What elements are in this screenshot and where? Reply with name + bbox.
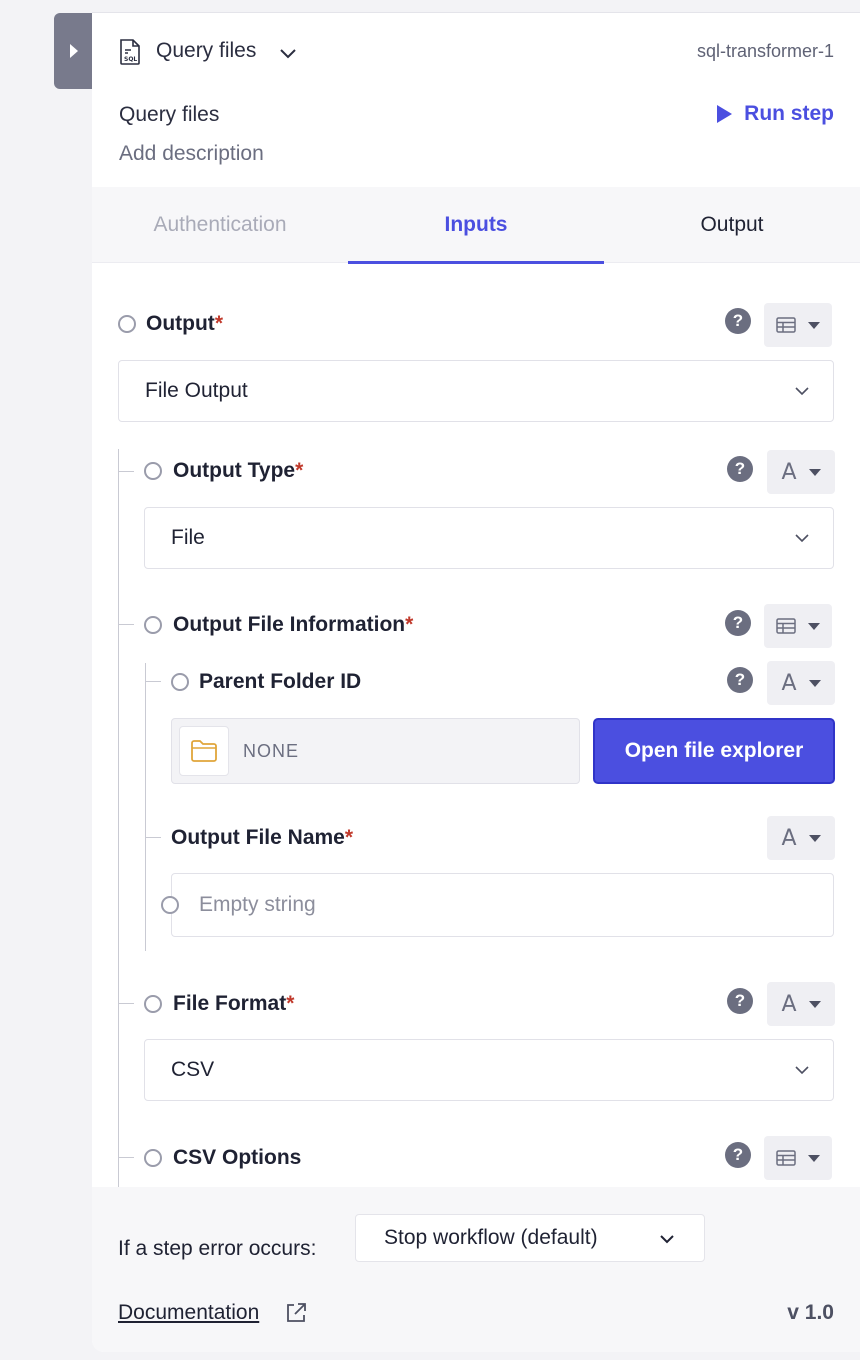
file-format-select[interactable]: CSV <box>144 1039 834 1101</box>
add-description[interactable]: Add description <box>119 142 264 166</box>
type-toggle-text[interactable]: A <box>767 661 835 705</box>
file-format-radio[interactable] <box>144 995 162 1013</box>
table-icon <box>776 1150 796 1166</box>
file-format-select-value: CSV <box>171 1058 215 1081</box>
tree-line <box>118 624 134 625</box>
type-toggle-table[interactable] <box>764 604 832 648</box>
type-toggle-text[interactable]: A <box>767 816 835 860</box>
type-toggle-table[interactable] <box>764 303 832 347</box>
step-title[interactable]: Query files <box>119 103 219 127</box>
step-id: sql-transformer-1 <box>696 41 834 61</box>
type-toggle-table[interactable] <box>764 1136 832 1180</box>
type-toggle-text[interactable]: A <box>767 982 835 1026</box>
output-type-label: Output Type* <box>173 459 304 482</box>
output-select[interactable]: File Output <box>118 360 834 422</box>
version-label: v 1.0 <box>787 1301 834 1324</box>
tree-line <box>118 471 134 472</box>
chevron-right-icon <box>70 44 78 58</box>
svg-text:SQL: SQL <box>124 56 137 63</box>
parent-folder-value: NONE <box>243 740 300 761</box>
run-step-label: Run step <box>744 102 834 125</box>
caret-down-icon <box>808 321 820 329</box>
documentation-link[interactable]: Documentation <box>118 1301 259 1325</box>
collapse-panel-toggle[interactable] <box>54 13 92 89</box>
parent-folder-label: Parent Folder ID <box>199 670 362 693</box>
tab-authentication[interactable]: Authentication <box>92 187 348 263</box>
help-icon[interactable]: ? <box>727 667 753 693</box>
caret-down-icon <box>808 1154 820 1162</box>
chevron-down-icon <box>660 1235 674 1244</box>
help-icon[interactable]: ? <box>725 610 751 636</box>
error-handling-value: Stop workflow (default) <box>384 1226 598 1249</box>
parent-folder-radio[interactable] <box>171 673 189 691</box>
output-select-value: File Output <box>145 379 248 402</box>
tree-line <box>118 1157 134 1158</box>
panel-footer: If a step error occurs: Stop workflow (d… <box>92 1187 860 1352</box>
run-step-button[interactable]: Run step <box>717 102 834 126</box>
output-label: Output* <box>146 312 223 335</box>
error-handling-label: If a step error occurs: <box>118 1237 317 1260</box>
output-file-name-radio[interactable] <box>161 896 179 914</box>
inputs-form: Output* ? File Output Output Type* ? A F… <box>92 263 860 1187</box>
help-icon[interactable]: ? <box>727 988 753 1014</box>
tree-line <box>145 837 161 838</box>
text-type-icon: A <box>781 670 797 696</box>
table-icon <box>776 317 796 333</box>
tab-bar: Authentication Inputs Output <box>92 187 860 264</box>
folder-icon <box>191 740 217 762</box>
tree-line <box>145 681 161 682</box>
chevron-down-icon[interactable] <box>278 43 298 63</box>
type-toggle-text[interactable]: A <box>767 450 835 494</box>
step-config-panel: SQL Query files sql-transformer-1 Query … <box>92 12 860 1352</box>
tree-line <box>145 663 146 951</box>
text-type-icon: A <box>781 459 797 485</box>
tree-line <box>118 449 119 1187</box>
help-icon[interactable]: ? <box>727 456 753 482</box>
parent-folder-field[interactable]: NONE <box>171 718 580 784</box>
output-type-select[interactable]: File <box>144 507 834 569</box>
output-file-info-label: Output File Information* <box>173 613 414 636</box>
external-link-icon[interactable] <box>284 1301 308 1325</box>
chevron-down-icon <box>795 1066 809 1075</box>
help-icon[interactable]: ? <box>725 308 751 334</box>
caret-down-icon <box>808 1000 821 1008</box>
step-name[interactable]: Query files <box>156 39 256 63</box>
caret-down-icon <box>808 679 821 687</box>
text-type-icon: A <box>781 825 797 851</box>
chevron-down-icon <box>795 534 809 543</box>
chevron-down-icon <box>795 387 809 396</box>
output-file-name-label: Output File Name* <box>171 826 354 849</box>
csv-options-label: CSV Options <box>173 1146 302 1169</box>
output-radio[interactable] <box>118 315 136 333</box>
open-file-explorer-button[interactable]: Open file explorer <box>593 718 835 784</box>
output-file-info-radio[interactable] <box>144 616 162 634</box>
play-icon <box>717 105 733 123</box>
step-header: SQL Query files sql-transformer-1 Query … <box>92 13 860 187</box>
output-file-name-input[interactable]: Empty string <box>171 873 834 937</box>
tree-line <box>118 1003 134 1004</box>
table-icon <box>776 618 796 634</box>
tab-inputs[interactable]: Inputs <box>348 187 604 264</box>
caret-down-icon <box>808 622 820 630</box>
caret-down-icon <box>808 468 821 476</box>
output-type-select-value: File <box>171 526 205 549</box>
output-type-radio[interactable] <box>144 462 162 480</box>
tab-output[interactable]: Output <box>604 187 860 263</box>
folder-picker[interactable] <box>179 726 229 776</box>
sql-file-icon: SQL <box>120 39 140 65</box>
text-type-icon: A <box>781 991 797 1017</box>
csv-options-radio[interactable] <box>144 1149 162 1167</box>
caret-down-icon <box>808 834 821 842</box>
error-handling-select[interactable]: Stop workflow (default) <box>355 1214 705 1262</box>
file-format-label: File Format* <box>173 992 295 1015</box>
help-icon[interactable]: ? <box>725 1142 751 1168</box>
